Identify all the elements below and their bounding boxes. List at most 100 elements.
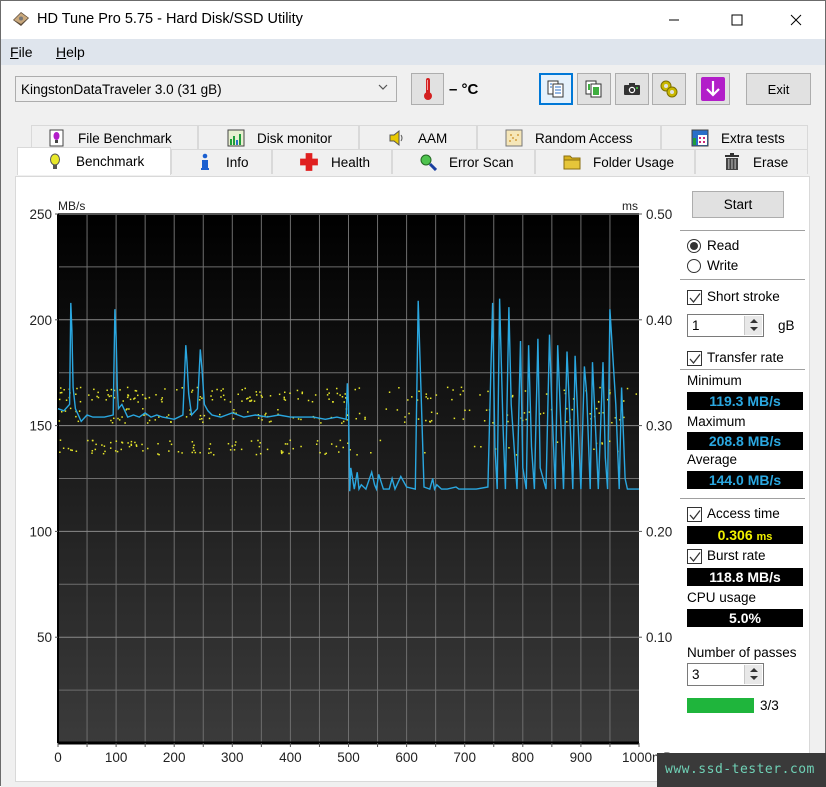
access-time-point: [157, 453, 159, 455]
access-time-point: [277, 409, 279, 411]
access-time-point: [339, 394, 341, 396]
access-time-value: 0.306: [717, 527, 753, 543]
tab-benchmark[interactable]: Benchmark: [17, 147, 171, 175]
divider: [680, 230, 805, 231]
access-time-point: [194, 451, 197, 454]
access-time-point: [101, 444, 103, 446]
access-time-point: [292, 447, 294, 450]
access-time-point: [595, 407, 598, 410]
access-time-point: [240, 448, 243, 451]
access-time-point: [110, 388, 113, 391]
y-tick-label-right: 0.30: [646, 419, 672, 434]
access-time-point: [210, 395, 212, 397]
read-radio[interactable]: [687, 239, 701, 253]
access-time-point: [93, 388, 95, 391]
access-time-point: [134, 397, 136, 399]
access-time-point: [417, 418, 420, 420]
access-time-point: [430, 411, 433, 414]
access-time-point: [404, 416, 406, 418]
access-time-point: [396, 409, 399, 411]
stepper-value: 3: [692, 667, 700, 682]
access-time-point: [342, 420, 345, 423]
access-time-point: [87, 439, 89, 442]
access-time-point: [283, 398, 286, 400]
access-time-point: [339, 439, 342, 442]
access-time-point: [126, 408, 128, 410]
access-time-point: [60, 391, 63, 394]
access-time-point: [75, 393, 77, 395]
access-time-point: [411, 396, 413, 398]
write-radio[interactable]: [687, 259, 701, 273]
access-time-point: [601, 443, 604, 445]
access-time-readout: 0.306 ms: [687, 526, 803, 544]
access-time-point: [220, 389, 222, 392]
access-time-point: [311, 400, 314, 403]
access-time-point: [524, 390, 527, 392]
access-time-point: [335, 445, 338, 448]
x-tick-label: 0: [54, 750, 62, 765]
burst-rate-checkbox[interactable]: [687, 549, 702, 564]
access-time-point: [354, 388, 357, 391]
stepper-value: 1: [692, 318, 700, 333]
access-time-point: [211, 390, 213, 392]
access-time-point: [94, 448, 97, 451]
access-time-point: [121, 416, 123, 418]
access-time-point: [319, 451, 321, 454]
access-time-point: [370, 452, 372, 454]
access-time-point: [379, 439, 382, 442]
access-time-point: [110, 395, 112, 397]
short-stroke-checkbox[interactable]: [687, 290, 702, 305]
access-time-point: [328, 398, 330, 400]
access-time-point: [468, 409, 471, 412]
access-time-point: [210, 451, 212, 454]
access-time-point: [278, 393, 281, 396]
transfer-rate-checkbox[interactable]: [687, 351, 702, 366]
access-time-point: [108, 395, 111, 398]
access-time-point: [487, 390, 489, 393]
access-time-point: [170, 421, 172, 423]
access-time-point: [460, 386, 463, 389]
access-time-point: [142, 450, 144, 452]
access-time-point: [192, 446, 195, 449]
access-time-point: [127, 394, 130, 397]
stepper-arrows[interactable]: [744, 316, 762, 335]
arrow-up-icon: [750, 668, 758, 672]
access-time-point: [59, 392, 62, 394]
access-time-point: [425, 419, 427, 422]
access-time-label: Access time: [707, 506, 780, 521]
access-time-point: [117, 417, 119, 420]
access-time-point: [145, 397, 147, 400]
stepper-arrows[interactable]: [744, 665, 762, 684]
access-time-point: [259, 442, 262, 444]
access-time-point: [286, 443, 289, 445]
access-time-point: [280, 450, 283, 452]
access-time-checkbox[interactable]: [687, 507, 702, 522]
app-window: HD Tune Pro 5.75 - Hard Disk/SSD Utility…: [0, 0, 826, 787]
access-time-point: [356, 454, 358, 456]
access-time-point: [283, 396, 286, 399]
access-time-point: [141, 394, 144, 396]
access-time-point: [289, 392, 291, 395]
cpu-usage-readout: 5.0%: [687, 609, 803, 627]
access-time-point: [451, 398, 453, 401]
access-time-point: [137, 394, 139, 397]
short-stroke-size-stepper[interactable]: 1: [687, 314, 764, 337]
access-time-point: [324, 453, 326, 455]
access-time-point: [341, 395, 344, 398]
y-tick-label-left: 200: [29, 313, 52, 328]
access-time-point: [91, 452, 93, 454]
access-time-point: [341, 422, 343, 424]
x-tick-label: 200: [163, 750, 186, 765]
start-button[interactable]: Start: [692, 191, 784, 218]
passes-progress-text: 3/3: [760, 698, 779, 713]
access-time-point: [59, 439, 62, 441]
access-time-point: [260, 394, 263, 397]
access-time-point: [462, 390, 464, 392]
access-time-point: [542, 412, 545, 414]
passes-stepper[interactable]: 3: [687, 663, 764, 686]
access-time-point: [364, 416, 366, 419]
access-time-point: [255, 394, 258, 396]
access-time-point: [223, 398, 226, 401]
y-axis-label-right: ms: [622, 199, 638, 213]
access-time-point: [332, 401, 334, 403]
